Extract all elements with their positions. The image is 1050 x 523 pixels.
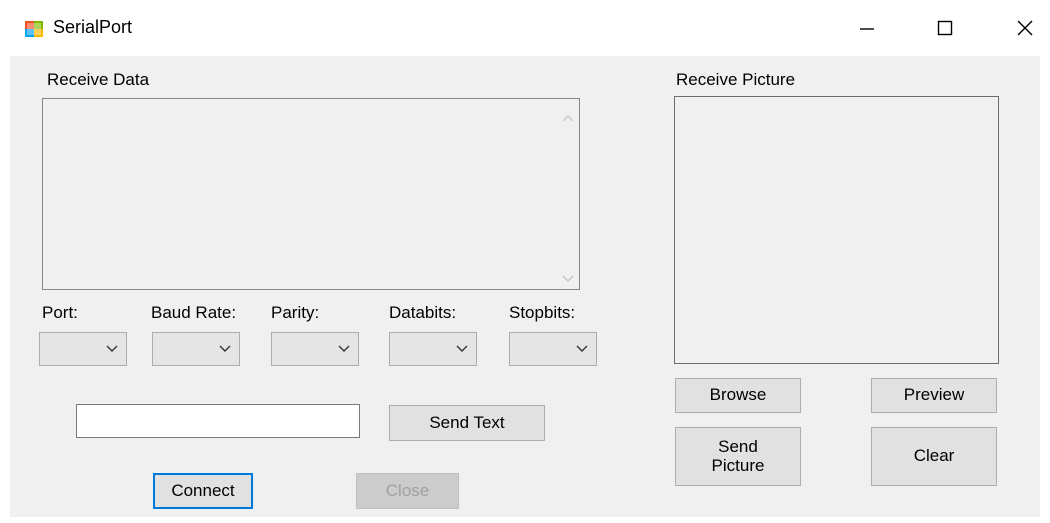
receive-picture-label: Receive Picture [676,70,796,89]
close-window-button[interactable] [1000,0,1050,56]
chevron-down-icon [456,345,468,352]
port-label: Port: [42,303,78,322]
baud-rate-dropdown[interactable] [152,332,240,366]
send-text-input[interactable] [76,404,360,438]
send-picture-button[interactable]: Send Picture [675,427,801,486]
parity-dropdown[interactable] [271,332,359,366]
minimize-icon [860,28,874,30]
close-port-button[interactable]: Close [356,473,459,509]
stopbits-label: Stopbits: [509,303,576,322]
maximize-icon [937,20,953,36]
databits-label: Databits: [389,303,457,322]
app-form-icon [24,19,44,39]
scroll-up-icon[interactable] [562,114,574,122]
picture-box [674,96,999,364]
chevron-down-icon [576,345,588,352]
chevron-down-icon [106,345,118,352]
close-icon [1017,20,1033,36]
title-bar: SerialPort [0,0,1050,56]
receive-data-textbox[interactable] [42,98,580,290]
scroll-down-icon[interactable] [562,275,574,283]
chevron-down-icon [219,345,231,352]
chevron-down-icon [338,345,350,352]
receive-data-label: Receive Data [47,70,150,89]
databits-dropdown[interactable] [389,332,477,366]
minimize-button[interactable] [842,0,892,56]
send-text-button[interactable]: Send Text [389,405,545,441]
maximize-button[interactable] [920,0,970,56]
stopbits-dropdown[interactable] [509,332,597,366]
browse-button[interactable]: Browse [675,378,801,413]
clear-button[interactable]: Clear [871,427,997,486]
connect-button[interactable]: Connect [153,473,253,509]
baud-rate-label: Baud Rate: [151,303,237,322]
window-title: SerialPort [53,17,133,37]
preview-button[interactable]: Preview [871,378,997,413]
port-dropdown[interactable] [39,332,127,366]
parity-label: Parity: [271,303,320,322]
receive-data-scrollbar[interactable] [558,100,578,288]
